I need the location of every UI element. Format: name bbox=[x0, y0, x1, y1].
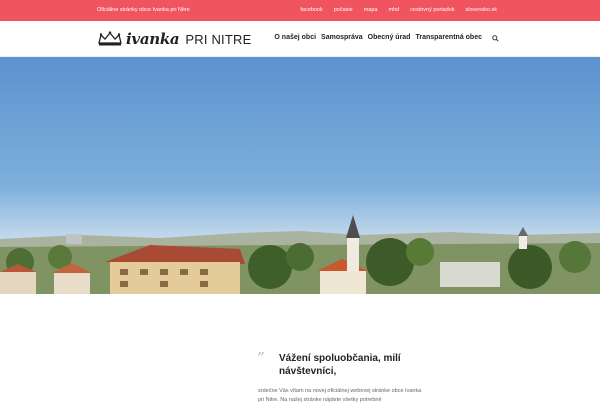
welcome-section: ” Vážení spoluobčania, milí návštevníci,… bbox=[0, 294, 600, 403]
main-nav: O našej obci Samospráva Obecný úrad Tran… bbox=[274, 34, 482, 41]
top-link-mhd[interactable]: mhd bbox=[388, 7, 399, 13]
nav-transparentna-obec[interactable]: Transparentná obec bbox=[415, 34, 482, 41]
quote-icon: ” bbox=[257, 349, 265, 367]
logo-caps-text: PRI NITRE bbox=[185, 31, 252, 47]
top-link-slovensko[interactable]: slovensko.sk bbox=[466, 7, 498, 13]
top-link-pocasie[interactable]: počasie bbox=[334, 7, 353, 13]
welcome-text: srdečne Vás vítam na novej oficiálnej we… bbox=[258, 388, 422, 403]
site-logo[interactable]: ivanka PRI NITRE bbox=[97, 30, 251, 48]
top-link-mapa[interactable]: mapa bbox=[364, 7, 378, 13]
nav-o-nasej-obci[interactable]: O našej obci bbox=[274, 34, 316, 41]
site-header: ivanka PRI NITRE O našej obci Samospráva… bbox=[0, 21, 600, 57]
top-links: facebook počasie mapa mhd cestovný poria… bbox=[300, 7, 497, 13]
top-link-cestovny-poriadok[interactable]: cestovný poriadok bbox=[410, 7, 454, 13]
welcome-title: Vážení spoluobčania, milí návštevníci, bbox=[279, 353, 401, 377]
crown-icon bbox=[98, 31, 122, 46]
nav-obecny-urad[interactable]: Obecný úrad bbox=[368, 34, 411, 41]
site-tagline: Oficiálne stránky obce Ivanka pri Nitre bbox=[97, 7, 190, 13]
top-bar: Oficiálne stránky obce Ivanka pri Nitre … bbox=[0, 0, 600, 21]
search-icon[interactable] bbox=[492, 35, 499, 42]
top-link-facebook[interactable]: facebook bbox=[300, 7, 322, 13]
hero-panorama-image bbox=[0, 57, 600, 294]
nav-samosprava[interactable]: Samospráva bbox=[321, 34, 363, 41]
logo-script-text: ivanka bbox=[126, 30, 180, 48]
